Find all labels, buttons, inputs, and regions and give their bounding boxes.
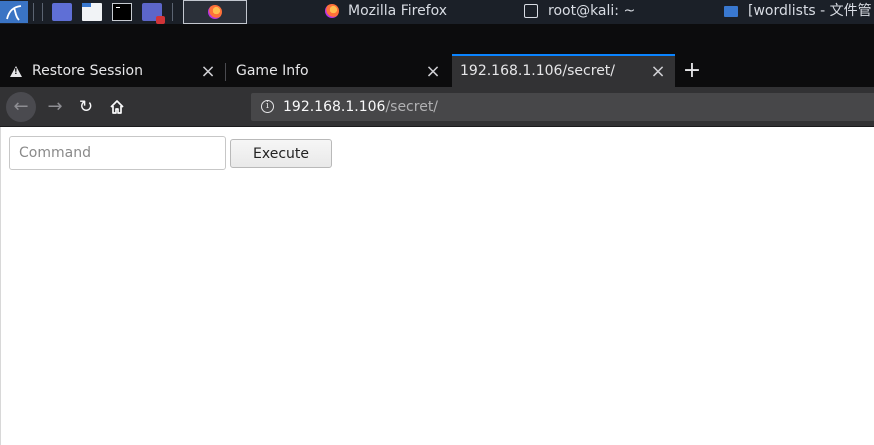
firefox-icon: [208, 5, 222, 19]
site-info-icon[interactable]: i: [261, 100, 274, 113]
reload-button[interactable]: ↻: [71, 92, 101, 122]
terminal-icon: [524, 4, 538, 18]
command-input[interactable]: [9, 136, 226, 170]
taskbar-window-terminal[interactable]: root@kali: ~: [520, 0, 715, 24]
tab-game-info[interactable]: Game Info ×: [226, 56, 451, 87]
url-text: 192.168.1.106/secret/: [283, 93, 438, 121]
taskbar-separator: [42, 3, 43, 21]
forward-button[interactable]: →: [40, 92, 70, 122]
tab-label: Game Info: [236, 63, 309, 79]
taskbar-separator: [33, 3, 34, 21]
kali-menu-icon[interactable]: [0, 1, 28, 23]
tab-bar: Restore Session × Game Info × 192.168.1.…: [0, 54, 874, 87]
tab-label: Restore Session: [32, 63, 143, 79]
taskbar-window-file-manager[interactable]: [wordlists - 文件管: [720, 0, 874, 24]
page-content: Execute: [0, 127, 874, 445]
url-host: 192.168.1.106: [283, 99, 386, 115]
execute-button[interactable]: Execute: [230, 139, 332, 168]
tab-close-icon[interactable]: ×: [425, 56, 441, 87]
home-icon: [110, 100, 124, 114]
url-path: /secret/: [385, 99, 439, 115]
workspace-icon[interactable]: [52, 3, 72, 21]
browser-tab-strip: Restore Session × Game Info × 192.168.1.…: [0, 24, 874, 87]
taskbar-separator: [172, 3, 173, 21]
file-manager-icon[interactable]: [82, 3, 102, 21]
navigation-toolbar: ← → ↻ i 192.168.1.106/secret/: [0, 87, 874, 127]
taskbar-window-title: [wordlists - 文件管: [748, 3, 872, 19]
firefox-icon: [325, 4, 339, 18]
tab-restore-session[interactable]: Restore Session ×: [0, 56, 225, 87]
firefox-launcher-button[interactable]: [183, 0, 247, 24]
warning-icon: [10, 66, 22, 77]
tab-secret-active[interactable]: 192.168.1.106/secret/ ×: [452, 54, 675, 87]
taskbar-window-title: root@kali: ~: [548, 3, 636, 19]
terminal-launcher-icon[interactable]: [112, 3, 132, 21]
folder-icon: [724, 6, 738, 17]
back-button[interactable]: ←: [6, 92, 36, 122]
screen-recorder-icon[interactable]: [142, 3, 165, 24]
home-button[interactable]: [102, 92, 132, 122]
tab-close-icon[interactable]: ×: [200, 56, 216, 87]
tab-close-icon[interactable]: ×: [650, 56, 666, 87]
taskbar-window-title: Mozilla Firefox: [348, 3, 448, 19]
new-tab-button[interactable]: +: [680, 56, 704, 87]
taskbar-window-firefox[interactable]: Mozilla Firefox: [320, 0, 510, 24]
url-bar[interactable]: i 192.168.1.106/secret/: [251, 93, 874, 121]
desktop-taskbar: Mozilla Firefox root@kali: ~ [wordlists …: [0, 0, 874, 24]
tab-label: 192.168.1.106/secret/: [460, 63, 616, 79]
